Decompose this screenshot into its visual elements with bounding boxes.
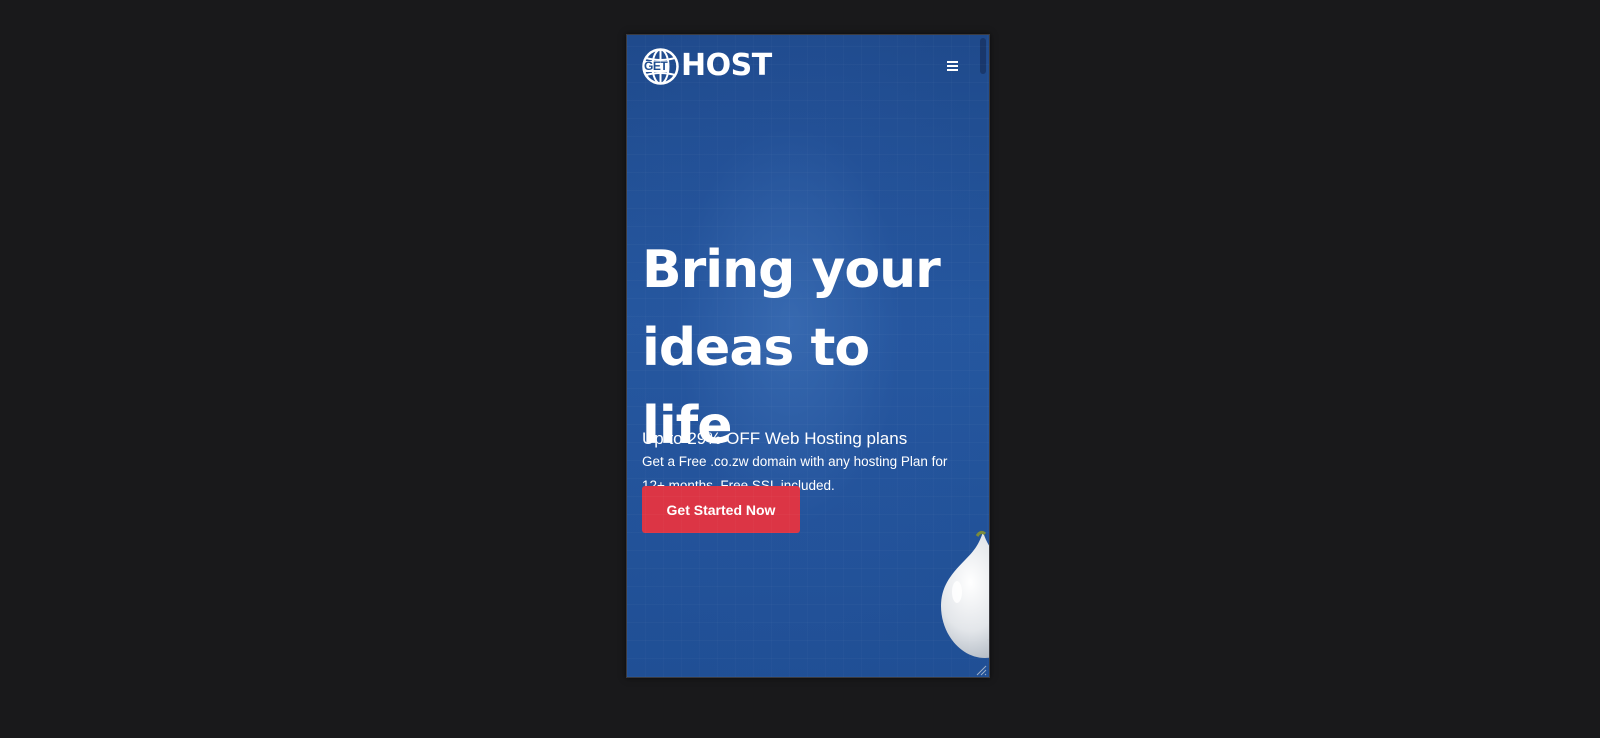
site-header: GET HOST: [642, 46, 974, 86]
hero-subheadline: Up to 29% OFF Web Hosting plans: [642, 429, 908, 448]
site-logo[interactable]: GET HOST: [642, 47, 772, 85]
hero-section: GET HOST Bring your ideas to life Up to …: [627, 35, 989, 677]
resize-handle-icon[interactable]: [975, 663, 987, 676]
hamburger-menu-icon[interactable]: [940, 54, 964, 78]
logo-wordmark: HOST: [681, 48, 772, 83]
globe-icon: GET: [642, 47, 679, 85]
lightbulb-illustration: [941, 530, 989, 660]
get-started-button[interactable]: Get Started Now: [642, 486, 800, 533]
mobile-preview-frame: GET HOST Bring your ideas to life Up to …: [626, 34, 990, 678]
logo-badge: GET: [643, 58, 669, 73]
scrollbar-thumb[interactable]: [980, 38, 986, 74]
